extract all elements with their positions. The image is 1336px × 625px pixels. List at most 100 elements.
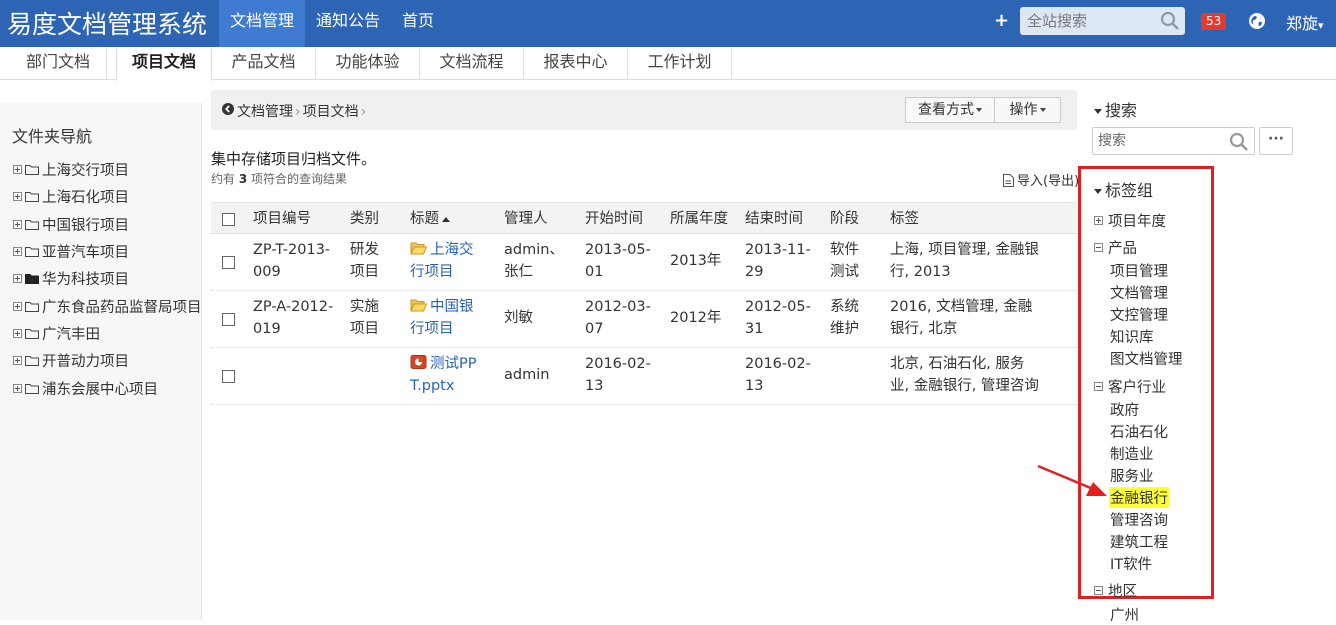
nav-doc-management[interactable]: 文档管理	[219, 0, 306, 47]
tab-project-docs[interactable]: 项目文档	[116, 47, 212, 81]
col-project-code[interactable]: 项目编号	[253, 208, 311, 230]
expand-icon[interactable]	[13, 301, 22, 311]
folder-item[interactable]: 中国银行项目	[13, 211, 202, 238]
expand-icon[interactable]	[13, 165, 22, 175]
more-options-button[interactable]: ···	[1259, 127, 1293, 155]
select-all-checkbox[interactable]	[222, 213, 235, 226]
expand-icon[interactable]	[13, 192, 22, 202]
folder-description: 集中存储项目归档文件。	[211, 150, 377, 168]
expand-icon[interactable]	[13, 274, 22, 284]
view-mode-button[interactable]: 查看方式	[905, 97, 995, 123]
expand-icon[interactable]	[13, 247, 22, 257]
collapse-box-icon[interactable]	[1094, 243, 1103, 252]
tags: 上海, 项目管理, 金融银 行, 2013	[890, 242, 1039, 280]
tag-group-region[interactable]: 地区	[1094, 580, 1137, 601]
collapse-box-icon[interactable]	[1094, 382, 1103, 391]
tag-item[interactable]: IT软件	[1110, 553, 1152, 574]
global-search-input[interactable]	[1020, 7, 1150, 35]
expand-icon[interactable]	[13, 356, 22, 366]
col-tags[interactable]: 标签	[890, 208, 919, 230]
col-category[interactable]: 类别	[350, 208, 379, 230]
folder-item[interactable]: 上海交行项目	[13, 156, 202, 183]
side-search-box[interactable]	[1092, 127, 1255, 155]
folder-item[interactable]: 浦东会展中心项目	[13, 374, 202, 401]
search-icon[interactable]	[1160, 11, 1180, 31]
breadcrumb-project-docs[interactable]: 项目文档	[303, 104, 359, 120]
expand-icon[interactable]	[13, 328, 22, 338]
folder-icon	[25, 192, 39, 203]
expand-icon[interactable]	[1094, 216, 1103, 225]
row-checkbox[interactable]	[222, 370, 235, 383]
col-end-date[interactable]: 结束时间	[745, 208, 803, 230]
table-row[interactable]: ZP-A-2012- 019 实施 项目 中国银 行项目 刘敏 2012-03- 07 …	[211, 291, 1077, 348]
tag-item[interactable]: 图文档管理	[1110, 348, 1183, 369]
tag-item[interactable]: 文控管理	[1110, 304, 1168, 325]
tab-reports[interactable]: 报表中心	[524, 47, 628, 80]
folder-label: 中国银行项目	[42, 217, 129, 234]
table-row[interactable]: ZP-T-2013- 009 研发 项目 上海交 行项目 admin、 张仁 2013-…	[211, 234, 1077, 291]
title-link[interactable]: 测试PP T.pptx	[410, 353, 477, 397]
expand-icon[interactable]	[13, 383, 22, 393]
collapse-box-icon[interactable]	[1094, 586, 1103, 595]
tag-item[interactable]: 文档管理	[1110, 282, 1168, 303]
tag-item[interactable]: 管理咨询	[1110, 509, 1168, 530]
folder-item[interactable]: 华为科技项目	[13, 265, 202, 292]
import-export-link[interactable]: 导入(导出)	[1003, 170, 1079, 189]
tag-group-industry[interactable]: 客户行业	[1094, 376, 1166, 397]
breadcrumb-doc-management[interactable]: 文档管理	[237, 104, 293, 120]
tag-group-product[interactable]: 产品	[1094, 237, 1137, 258]
tag-item[interactable]: 石油石化	[1110, 421, 1168, 442]
tab-doc-workflow[interactable]: 文档流程	[420, 47, 524, 80]
annotation-arrow-icon	[1037, 464, 1107, 496]
side-search-input[interactable]	[1093, 128, 1223, 154]
plus-icon[interactable]: +	[994, 10, 1009, 31]
tab-feature-trial[interactable]: 功能体验	[316, 47, 420, 80]
folder-item[interactable]: 亚普汽车项目	[13, 238, 202, 265]
tag-item[interactable]: 制造业	[1110, 443, 1154, 464]
nav-notices[interactable]: 通知公告	[305, 0, 391, 47]
row-checkbox[interactable]	[222, 256, 235, 269]
row-checkbox[interactable]	[222, 313, 235, 326]
tab-product-docs[interactable]: 产品文档	[212, 47, 316, 80]
title-link[interactable]: 上海交 行项目	[410, 239, 474, 283]
back-circle-icon[interactable]	[222, 103, 234, 115]
app-brand[interactable]: 易度文档管理系统	[7, 5, 207, 41]
globe-icon[interactable]	[1248, 12, 1266, 30]
tag-item[interactable]: 政府	[1110, 399, 1139, 420]
tab-work-plan[interactable]: 工作计划	[628, 47, 732, 80]
tag-group-title[interactable]: 标签组	[1094, 177, 1153, 201]
col-stage[interactable]: 阶段	[830, 208, 859, 230]
col-title[interactable]: 标题	[410, 208, 450, 230]
operations-button[interactable]: 操作	[994, 97, 1061, 123]
folder-item[interactable]: 开普动力项目	[13, 347, 202, 374]
folder-icon	[25, 383, 39, 394]
category: 实施 项目	[350, 299, 379, 337]
notification-badge[interactable]: 53	[1201, 13, 1227, 30]
title-link[interactable]: 中国银 行项目	[410, 296, 474, 340]
global-search[interactable]	[1020, 7, 1185, 35]
folder-item[interactable]: 广东食品药品监督局项目	[13, 292, 202, 319]
folder-item[interactable]: 上海石化项目	[13, 183, 202, 210]
tag-item[interactable]: 知识库	[1110, 326, 1154, 347]
tag-item[interactable]: 建筑工程	[1110, 531, 1168, 552]
tag-item[interactable]: 服务业	[1110, 465, 1154, 486]
tag-item-highlighted[interactable]: 金融银行	[1109, 487, 1169, 508]
count-suffix: 项符合的查询结果	[251, 172, 348, 186]
nav-home[interactable]: 首页	[391, 0, 445, 47]
tab-department-docs[interactable]: 部门文档	[10, 47, 107, 80]
col-manager[interactable]: 管理人	[504, 208, 548, 230]
user-menu[interactable]: 郑旋▾	[1286, 10, 1324, 34]
search-section-title[interactable]: 搜索	[1094, 97, 1137, 121]
tag-group-project-year[interactable]: 项目年度	[1094, 210, 1166, 231]
tag-item[interactable]: 广州	[1110, 604, 1139, 625]
folder-item[interactable]: 广汽丰田	[13, 320, 202, 347]
tag-item[interactable]: 项目管理	[1110, 260, 1168, 281]
col-start-date[interactable]: 开始时间	[585, 208, 643, 230]
table-row[interactable]: 测试PP T.pptx admin 2016-02- 13 2016-02- 13 北…	[211, 348, 1077, 405]
expand-icon[interactable]	[13, 219, 22, 229]
search-icon[interactable]	[1229, 132, 1249, 152]
view-mode-label: 查看方式	[918, 102, 974, 118]
user-name: 郑旋	[1286, 14, 1319, 33]
breadcrumb-bar: 文档管理 › 项目文档 › 查看方式 操作	[211, 90, 1077, 130]
col-year[interactable]: 所属年度	[670, 208, 728, 230]
